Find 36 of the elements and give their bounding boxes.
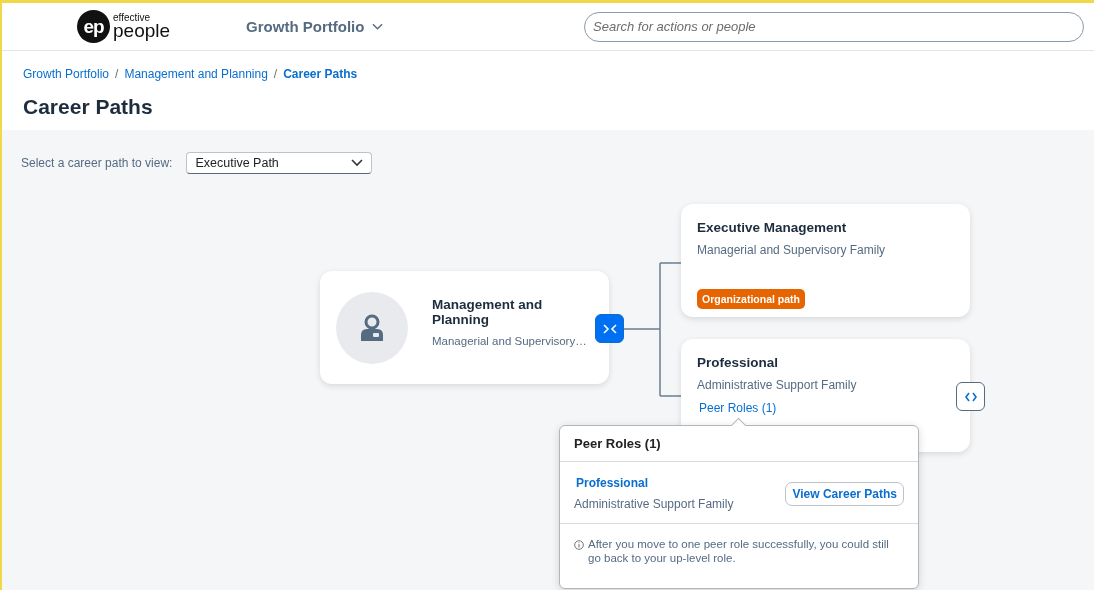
logo-text: effective — [113, 13, 152, 23]
expand-button[interactable] — [956, 382, 985, 411]
breadcrumb-separator: / — [273, 67, 278, 81]
page-title: Career Paths — [23, 95, 154, 119]
select-label: Select a career path to view: — [21, 156, 173, 170]
peer-roles-link[interactable]: Peer Roles (1) — [699, 401, 777, 415]
logo-mark: ep — [77, 10, 110, 43]
chevron-icon — [351, 159, 364, 167]
path-badge: Organizational path — [697, 289, 805, 309]
info-icon — [574, 540, 584, 550]
popover-title: Peer Roles (1) — [560, 426, 918, 462]
view-career-paths-button[interactable]: View Career Paths — [785, 481, 904, 506]
peer-role-link[interactable]: Professional — [576, 476, 734, 490]
code-brackets-icon — [964, 391, 977, 402]
role-family: Administrative Support Family — [697, 378, 858, 392]
career-path-select[interactable]: Executive Path — [186, 152, 373, 174]
breadcrumb-link[interactable]: Management and Planning — [124, 67, 268, 81]
breadcrumb-separator: / — [115, 67, 119, 81]
role-title: Professional — [697, 355, 780, 370]
role-card[interactable]: Executive Management Managerial and Supervisory Family Organizational path — [681, 204, 970, 317]
role-family: Administrative Support Family — [574, 497, 734, 511]
role-family: Managerial and Supervisory… — [432, 334, 588, 347]
chevron-icon — [372, 22, 384, 31]
role-title: Executive Management — [697, 220, 848, 235]
role-card[interactable]: Management and Planning Managerial and Supervisory… — [320, 271, 609, 384]
collapse-icon — [602, 323, 617, 334]
info-note: After you move to one peer role successfully, you could still go back to your up-level role. — [588, 538, 890, 566]
portfolio-menu[interactable]: Growth Portfolio — [246, 18, 384, 35]
role-title: Management and Planning — [432, 296, 544, 327]
role-family: Managerial and Supervisory Family — [697, 243, 887, 257]
breadcrumb-link[interactable]: Career Paths — [283, 67, 358, 81]
breadcrumb-link[interactable]: Growth Portfolio — [23, 67, 110, 81]
person-icon — [358, 312, 386, 343]
search-field[interactable]: Search for actions or people — [584, 11, 1084, 42]
collapse-button[interactable] — [595, 314, 624, 343]
logo-text: people — [113, 21, 171, 40]
